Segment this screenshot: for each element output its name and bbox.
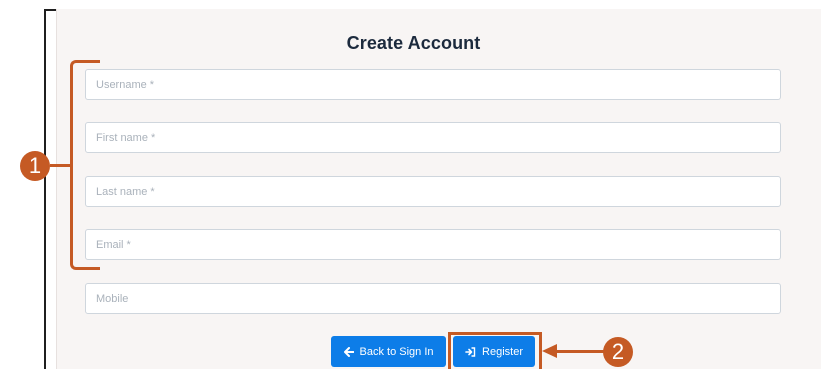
register-highlight-box [448, 332, 542, 369]
mobile-field[interactable] [85, 283, 781, 314]
back-to-sign-in-button[interactable]: Back to Sign In [331, 336, 446, 367]
last-name-field[interactable] [85, 176, 781, 207]
arrow-left-icon [343, 346, 354, 357]
email-field[interactable] [85, 229, 781, 260]
step-1-badge: 1 [20, 151, 50, 181]
step-2-badge: 2 [603, 337, 633, 367]
back-to-sign-in-label: Back to Sign In [359, 345, 434, 358]
bracket-pointer [50, 164, 72, 167]
arrow-shaft [556, 350, 604, 353]
arrow-head-icon [542, 344, 557, 358]
page: Create Account 1 Back to Sign In Registe… [0, 0, 827, 369]
first-name-field[interactable] [85, 122, 781, 153]
required-fields-bracket [70, 60, 100, 270]
page-title: Create Account [346, 33, 481, 53]
username-field[interactable] [85, 69, 781, 100]
